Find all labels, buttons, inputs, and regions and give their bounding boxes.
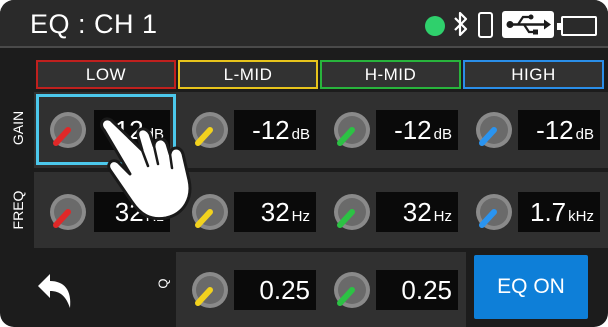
freq-high-value[interactable]: 1.7 kHz	[518, 192, 600, 232]
back-arrow-icon[interactable]	[30, 268, 78, 316]
q-l-mid-value[interactable]: 0.25	[234, 270, 316, 310]
phone-icon	[478, 12, 493, 38]
freq-label: FREQ	[10, 190, 26, 230]
q-h-mid-knob[interactable]	[332, 270, 372, 310]
band-header-low[interactable]: LOW	[36, 60, 176, 89]
freq-h-mid-value[interactable]: 32 Hz	[376, 192, 458, 232]
gain-l-mid-value[interactable]: -12 dB	[234, 110, 316, 150]
gain-high-knob[interactable]	[474, 110, 514, 150]
band-header-l-mid[interactable]: L-MID	[178, 60, 318, 89]
gain-high-value[interactable]: -12 dB	[518, 110, 600, 150]
band-header-high[interactable]: HIGH	[463, 60, 604, 89]
gain-h-mid-value[interactable]: -12 dB	[376, 110, 458, 150]
touch-hand-icon	[100, 117, 192, 221]
q-label: Q	[155, 278, 171, 289]
gain-low-knob[interactable]	[48, 110, 88, 150]
freq-high-knob[interactable]	[474, 192, 514, 232]
device-screen: EQ : CH 1 LOW L-MID H-MID HIGH GAIN -12 …	[0, 0, 608, 327]
freq-low-knob[interactable]	[48, 192, 88, 232]
usb-icon	[502, 11, 554, 38]
screen-title: EQ : CH 1	[30, 9, 158, 39]
status-dot	[425, 16, 445, 36]
freq-l-mid-value[interactable]: 32 Hz	[234, 192, 316, 232]
freq-h-mid-knob[interactable]	[332, 192, 372, 232]
status-bar: EQ : CH 1	[0, 0, 608, 48]
band-header-h-mid[interactable]: H-MID	[320, 60, 461, 89]
battery-icon	[557, 16, 597, 36]
gain-label: GAIN	[10, 110, 26, 146]
bluetooth-icon	[454, 11, 468, 37]
eq-on-button[interactable]: EQ ON	[474, 255, 588, 319]
q-l-mid-knob[interactable]	[190, 270, 230, 310]
gain-h-mid-knob[interactable]	[332, 110, 372, 150]
q-h-mid-value[interactable]: 0.25	[376, 270, 458, 310]
